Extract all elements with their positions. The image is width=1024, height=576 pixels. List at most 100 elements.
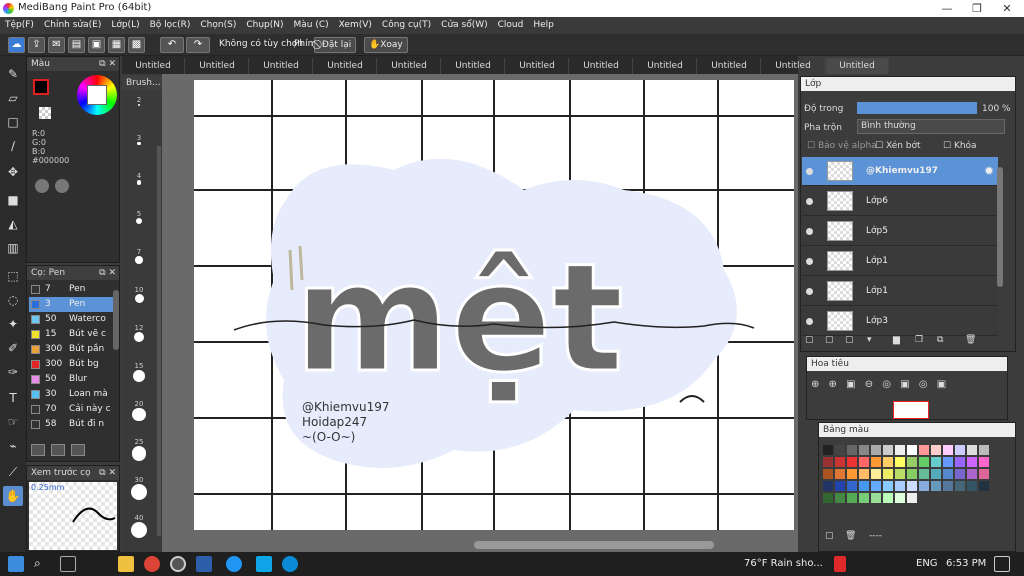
layer-row[interactable]: Lớp1 bbox=[802, 247, 998, 276]
color-swatch[interactable] bbox=[967, 457, 977, 467]
color-swatch[interactable] bbox=[955, 469, 965, 479]
color-swatch[interactable] bbox=[871, 457, 881, 467]
color-swatch[interactable] bbox=[823, 457, 833, 467]
brush-size-option[interactable]: 30 bbox=[122, 476, 156, 500]
color-swatch[interactable] bbox=[967, 445, 977, 455]
file-explorer-icon[interactable] bbox=[118, 556, 134, 572]
document-tab[interactable]: Untitled bbox=[570, 58, 633, 74]
color-swatch[interactable] bbox=[967, 469, 977, 479]
brush-size-option[interactable]: 15 bbox=[122, 362, 156, 382]
brush-menu-icon[interactable] bbox=[71, 444, 85, 456]
color-swatch[interactable] bbox=[907, 481, 917, 491]
bucket-tool-icon[interactable]: ◭ bbox=[3, 214, 23, 234]
grid-icon[interactable]: ▦ bbox=[108, 37, 125, 53]
fill-rect-tool-icon[interactable]: ■ bbox=[3, 190, 23, 210]
color-swatch[interactable] bbox=[883, 469, 893, 479]
brush-scrollbar[interactable] bbox=[113, 290, 119, 350]
notification-icon[interactable] bbox=[994, 556, 1010, 572]
color-swatch[interactable] bbox=[919, 481, 929, 491]
color-swatch[interactable] bbox=[847, 493, 857, 503]
document-tab[interactable]: Untitled bbox=[250, 58, 313, 74]
color-swatch[interactable] bbox=[931, 469, 941, 479]
delete-layer-icon[interactable]: 🗑 bbox=[965, 335, 976, 345]
menu-color[interactable]: Màu (C) bbox=[289, 17, 334, 34]
color-swatch[interactable] bbox=[859, 481, 869, 491]
lasso-tool-icon[interactable]: ◌ bbox=[3, 290, 23, 310]
eye-icon[interactable] bbox=[806, 198, 813, 205]
color-swatch[interactable] bbox=[907, 469, 917, 479]
brush-item[interactable]: 70 Cải này c bbox=[29, 402, 113, 417]
panel-close-icon[interactable]: ⧉ ✕ bbox=[99, 266, 116, 280]
brush-item[interactable]: 15 Bút vẽ c bbox=[29, 327, 113, 342]
color-swatch[interactable] bbox=[859, 469, 869, 479]
redo-icon[interactable]: ↷ bbox=[186, 37, 210, 53]
document-tab[interactable]: Untitled bbox=[826, 58, 889, 74]
color-swatch[interactable] bbox=[967, 481, 977, 491]
size-strip-scrollbar[interactable] bbox=[157, 146, 161, 536]
color-swatch[interactable] bbox=[859, 493, 869, 503]
select-eraser-icon[interactable]: ✑ bbox=[3, 362, 23, 382]
layer-row[interactable]: Lớp6 bbox=[802, 187, 998, 216]
menu-window[interactable]: Cửa sổ(W) bbox=[436, 17, 492, 34]
color-swatch[interactable] bbox=[907, 493, 917, 503]
menu-filter[interactable]: Bộ lọc(R) bbox=[145, 17, 196, 34]
brush-size-option[interactable]: 7 bbox=[122, 248, 156, 264]
brush-new-icon[interactable] bbox=[51, 444, 65, 456]
layer-row[interactable]: Lớp1 bbox=[802, 277, 998, 306]
color-swatch[interactable] bbox=[895, 457, 905, 467]
select-tool-icon[interactable]: ⬚ bbox=[3, 266, 23, 286]
eye-icon[interactable] bbox=[806, 288, 813, 295]
document-tab[interactable]: Untitled bbox=[762, 58, 825, 74]
color-swatch[interactable] bbox=[895, 481, 905, 491]
menu-capture[interactable]: Chụp(N) bbox=[241, 17, 288, 34]
brush-size-option[interactable]: 20 bbox=[122, 400, 156, 422]
menu-cloud[interactable]: Cloud bbox=[493, 17, 529, 34]
brush-item[interactable]: 50 Blur bbox=[29, 372, 113, 387]
medibang-icon[interactable] bbox=[170, 556, 186, 572]
layer-row[interactable]: @Khiemvu197 ✹ bbox=[802, 157, 998, 186]
brush-item[interactable]: 300 Bút bg bbox=[29, 357, 113, 372]
weather-text[interactable]: 76°F Rain sho... bbox=[744, 558, 823, 569]
color-swatch[interactable] bbox=[979, 445, 989, 455]
chat-icon[interactable] bbox=[226, 556, 242, 572]
blend-select[interactable]: Bình thường bbox=[857, 119, 1005, 134]
color-swatch[interactable] bbox=[919, 469, 929, 479]
vpn-icon[interactable] bbox=[834, 556, 846, 572]
maximize-button[interactable]: ❐ bbox=[962, 0, 992, 17]
color-swatch[interactable] bbox=[955, 445, 965, 455]
brush-add-icon[interactable] bbox=[31, 444, 45, 456]
color-swatch[interactable] bbox=[883, 457, 893, 467]
document-tab[interactable]: Untitled bbox=[122, 58, 185, 74]
color-swatch[interactable] bbox=[871, 481, 881, 491]
menu-layer[interactable]: Lớp(L) bbox=[106, 17, 144, 34]
panel-close-icon[interactable]: ⧉ ✕ bbox=[99, 466, 116, 480]
brush-tool-icon[interactable]: ✎ bbox=[3, 64, 23, 84]
color-swatch[interactable] bbox=[823, 469, 833, 479]
gradient-tool-icon[interactable]: ▥ bbox=[3, 238, 23, 258]
move-tool-icon[interactable]: ✥ bbox=[3, 162, 23, 182]
select-pen-icon[interactable]: ✐ bbox=[3, 338, 23, 358]
primary-color-swatch[interactable] bbox=[33, 79, 49, 95]
palette-add-icon[interactable]: ▢ bbox=[825, 531, 834, 541]
color-swatch[interactable] bbox=[847, 445, 857, 455]
color-swatch[interactable] bbox=[955, 457, 965, 467]
color-swatch[interactable] bbox=[979, 457, 989, 467]
folder-icon[interactable]: ▆ bbox=[893, 335, 900, 345]
document-tab[interactable]: Untitled bbox=[378, 58, 441, 74]
magic-wand-icon[interactable]: ✦ bbox=[3, 314, 23, 334]
file-icon[interactable]: ▤ bbox=[68, 37, 85, 53]
close-button[interactable]: ✕ bbox=[992, 0, 1022, 17]
brush-item[interactable]: 7 Pen bbox=[29, 282, 113, 297]
dropper-alt-icon[interactable]: ⟋ bbox=[3, 462, 23, 482]
skype-icon[interactable] bbox=[256, 556, 272, 572]
brush-size-option[interactable]: 4 bbox=[122, 172, 156, 185]
document-tab[interactable]: Untitled bbox=[698, 58, 761, 74]
save-icon[interactable]: ▣ bbox=[88, 37, 105, 53]
document-tab[interactable]: Untitled bbox=[506, 58, 569, 74]
color-swatch[interactable] bbox=[931, 445, 941, 455]
clock[interactable]: 6:53 PM bbox=[946, 558, 986, 569]
palette-icon[interactable] bbox=[35, 179, 49, 193]
eraser-tool-icon[interactable]: ▱ bbox=[3, 88, 23, 108]
palette-swatches[interactable] bbox=[823, 445, 993, 523]
gear-icon[interactable]: ✹ bbox=[984, 164, 994, 178]
